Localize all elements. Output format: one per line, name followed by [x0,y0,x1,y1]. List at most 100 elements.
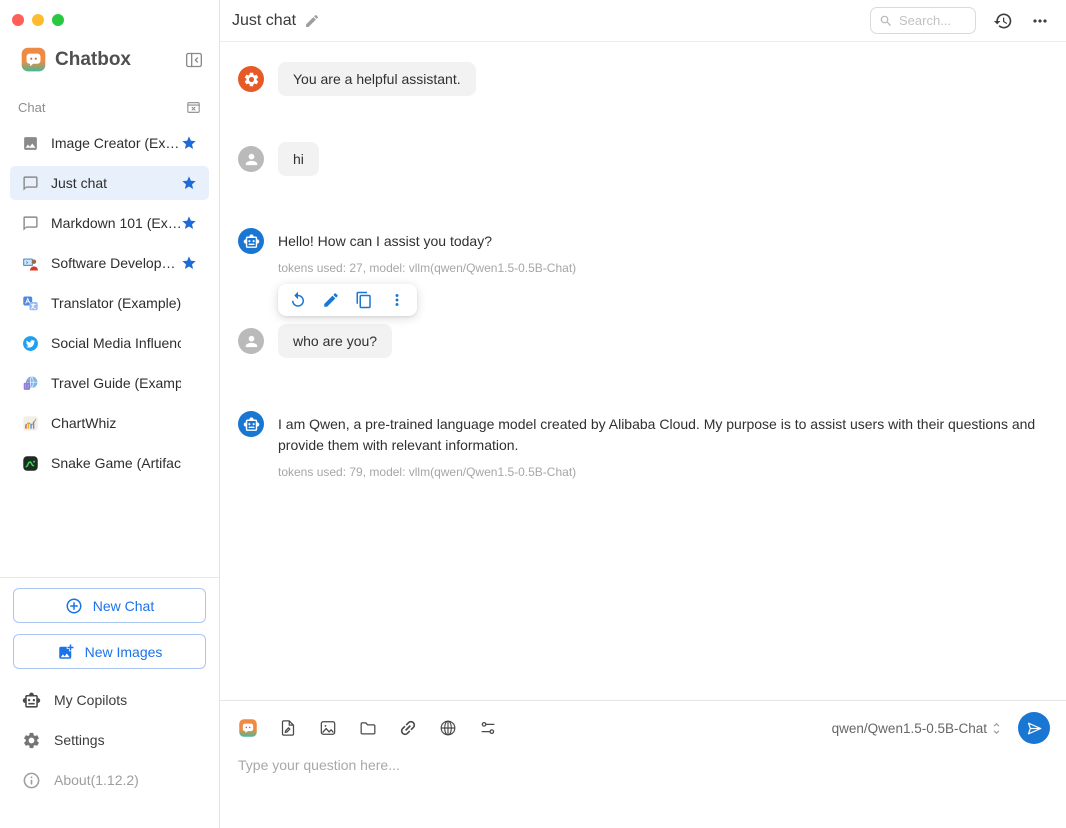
assistant-avatar [238,228,264,254]
edit-title-icon[interactable] [304,13,320,29]
robot-icon [22,691,41,710]
chat-item-label: ChartWhiz [51,415,181,431]
chat-list-item[interactable]: Snake Game (Artifact E… [10,446,209,480]
star-icon[interactable] [181,255,197,271]
copy-icon[interactable] [355,291,373,309]
chat-list-item[interactable]: Social Media Influencer … [10,326,209,360]
message: I am Qwen, a pre-trained language model … [238,411,1050,479]
web-browsing-icon[interactable] [438,718,458,738]
about-button[interactable]: About(1.12.2) [0,760,219,800]
message-body: who are you? [278,324,392,358]
sidebar: Chatbox Chat Image Creator (Ex… Just cha… [0,0,220,828]
new-chat-label: New Chat [93,598,154,614]
user-avatar [238,146,264,172]
composer-icons [238,718,498,738]
message: You are a helpful assistant. [238,62,1050,96]
translator-icon [22,295,39,312]
search-input[interactable] [899,13,967,28]
settings-button[interactable]: Settings [0,720,219,760]
chat-item-label: Snake Game (Artifact E… [51,455,181,471]
message-text: hi [278,142,319,176]
unfold-more-icon [989,721,1004,736]
my-copilots-button[interactable]: My Copilots [0,680,219,720]
message: hi [238,142,1050,176]
chat-item-label: Translator (Example) [51,295,181,311]
sidebar-bottom: New Chat New Images My Copilots Settings… [0,577,219,828]
message-body: You are a helpful assistant. [278,62,476,96]
regenerate-icon[interactable] [289,291,307,309]
chat-item-label: Travel Guide (Example) [51,375,181,391]
new-chat-button[interactable]: New Chat [13,588,206,623]
more-menu-button[interactable] [1030,11,1050,31]
chatbox-logo-icon [20,46,47,73]
minimize-button[interactable] [32,14,44,26]
info-icon [22,771,41,790]
star-icon[interactable] [181,175,197,191]
message-body: hi [278,142,319,176]
chat-list-item[interactable]: ChartWhiz [10,406,209,440]
bar-chart-icon [22,415,39,432]
composer-right: qwen/Qwen1.5-0.5B-Chat [832,712,1050,744]
clear-conversations-button[interactable] [185,99,202,116]
attach-image-icon[interactable] [318,718,338,738]
chatbox-logo-icon[interactable] [238,718,258,738]
close-button[interactable] [12,14,24,26]
history-button[interactable] [993,11,1013,31]
zoom-button[interactable] [52,14,64,26]
message-list: You are a helpful assistant. hi Hello! H… [220,42,1066,700]
chat-item-label: Image Creator (Ex… [51,135,181,151]
more-vertical-icon[interactable] [388,291,406,309]
chat-list-item[interactable]: Markdown 101 (Ex… [10,206,209,240]
message-text: I am Qwen, a pre-trained language model … [278,411,1036,456]
model-selector[interactable]: qwen/Qwen1.5-0.5B-Chat [832,721,1004,736]
conversation-title: Just chat [232,12,296,30]
chat-list-item[interactable]: Travel Guide (Example) [10,366,209,400]
new-images-label: New Images [85,644,163,660]
title-wrap: Just chat [232,12,320,30]
model-selector-value: qwen/Qwen1.5-0.5B-Chat [832,721,987,736]
collapse-sidebar-button[interactable] [184,50,204,70]
chat-item-label: Social Media Influencer … [51,335,181,351]
chat-item-label: Just chat [51,175,181,191]
message-input[interactable] [220,744,1066,828]
chat-bubble-icon [22,215,39,232]
chat-list-item[interactable]: Image Creator (Ex… [10,126,209,160]
message-meta: tokens used: 79, model: vllm(qwen/Qwen1.… [278,465,1036,479]
chat-item-label: Markdown 101 (Ex… [51,215,181,231]
star-icon[interactable] [181,375,197,391]
folder-icon[interactable] [358,718,378,738]
chat-list-item[interactable]: Software Develop… [10,246,209,280]
star-icon[interactable] [181,215,197,231]
chat-bubble-icon [22,175,39,192]
traffic-lights [0,0,219,26]
chat-list-item[interactable]: Just chat [10,166,209,200]
sidebar-divider [0,577,219,578]
new-images-button[interactable]: New Images [13,634,206,669]
message-meta: tokens used: 27, model: vllm(qwen/Qwen1.… [278,261,576,275]
star-icon[interactable] [181,295,197,311]
link-icon[interactable] [398,718,418,738]
chat-list-item[interactable]: Translator (Example) [10,286,209,320]
edit-icon[interactable] [322,291,340,309]
system-avatar [238,66,264,92]
brand-row: Chatbox [0,46,219,73]
attach-file-icon[interactable] [278,718,298,738]
assistant-avatar [238,411,264,437]
star-icon[interactable] [181,135,197,151]
message-text: Hello! How can I assist you today? [278,228,576,252]
send-icon [1025,719,1044,738]
star-icon[interactable] [181,455,197,471]
about-label: About(1.12.2) [54,772,139,788]
tune-icon[interactable] [478,718,498,738]
message: who are you? [238,324,1050,358]
send-button[interactable] [1018,712,1050,744]
star-icon[interactable] [181,415,197,431]
travel-globe-icon [22,375,39,392]
snake-game-icon [22,455,39,472]
star-icon[interactable] [181,335,197,351]
chatbox-window: Chatbox Chat Image Creator (Ex… Just cha… [0,0,1066,828]
message-toolbar [278,284,417,316]
my-copilots-label: My Copilots [54,692,127,708]
settings-label: Settings [54,732,105,748]
add-circle-icon [65,597,83,615]
